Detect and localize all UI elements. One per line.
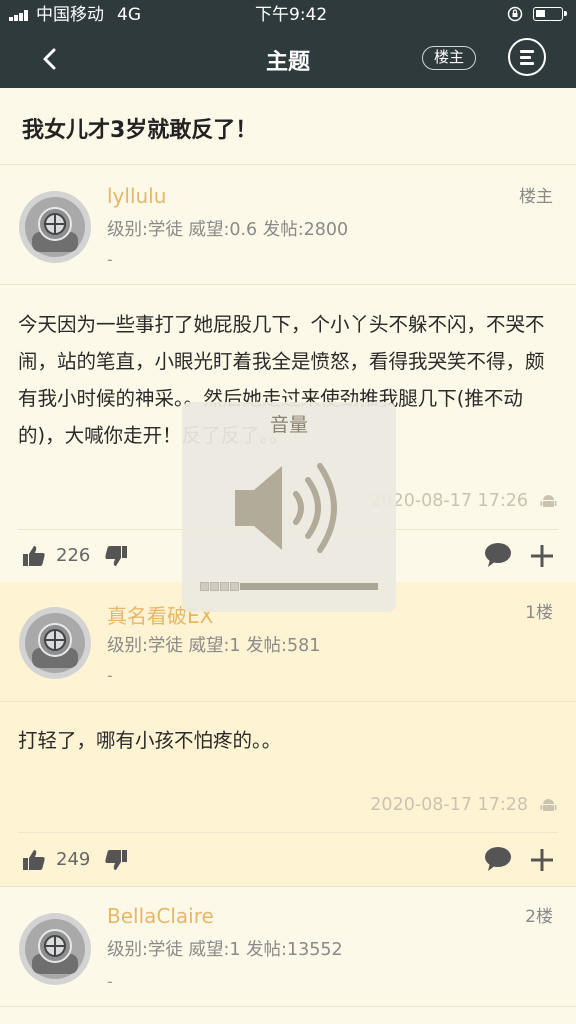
volume-label: 音量 bbox=[269, 414, 308, 436]
user-meta: 级别:学徒 威望:0.6 发帖:2800 bbox=[107, 220, 349, 240]
floor-label: 2楼 bbox=[525, 907, 553, 927]
user-meta: 级别:学徒 威望:1 发帖:581 bbox=[107, 636, 321, 656]
signature: - bbox=[107, 666, 113, 685]
thumbs-down-icon[interactable] bbox=[104, 848, 128, 872]
avatar[interactable] bbox=[18, 912, 92, 986]
divider bbox=[18, 832, 558, 833]
volume-segment bbox=[210, 582, 219, 591]
thumbs-up-icon[interactable] bbox=[22, 848, 46, 872]
post-content: 打轻了，哪有小孩不怕疼的。。 bbox=[18, 729, 282, 752]
post-item: BellaClaire 2楼 级别:学徒 威望:1 发帖:13552 - bbox=[0, 886, 576, 1024]
carrier-label: 中国移动 bbox=[36, 5, 104, 25]
username[interactable]: lyllulu bbox=[107, 184, 166, 208]
thumbs-down-icon[interactable] bbox=[104, 544, 128, 568]
volume-level-bar bbox=[200, 582, 378, 591]
rotation-lock-icon bbox=[507, 6, 523, 22]
comment-icon[interactable] bbox=[484, 542, 512, 568]
signature: - bbox=[107, 972, 113, 991]
comment-icon[interactable] bbox=[484, 846, 512, 872]
only-owner-button[interactable]: 楼主 bbox=[422, 46, 476, 70]
volume-track bbox=[240, 583, 378, 590]
volume-segment bbox=[220, 582, 229, 591]
like-count: 226 bbox=[56, 545, 91, 566]
topic-title: 我女儿才3岁就敢反了！ bbox=[22, 118, 258, 143]
divider bbox=[0, 701, 576, 702]
network-label: 4G bbox=[117, 5, 141, 25]
avatar[interactable] bbox=[18, 606, 92, 680]
volume-segment bbox=[230, 582, 239, 591]
speaker-icon bbox=[235, 463, 337, 553]
android-icon bbox=[540, 495, 557, 507]
user-meta: 级别:学徒 威望:1 发帖:13552 bbox=[107, 940, 343, 960]
volume-segment bbox=[200, 582, 209, 591]
android-icon bbox=[540, 799, 557, 811]
menu-icon[interactable] bbox=[508, 38, 546, 76]
add-icon[interactable] bbox=[530, 848, 554, 872]
like-count: 249 bbox=[56, 849, 91, 870]
signal-icon bbox=[9, 10, 33, 21]
nav-bar: 主题 楼主 bbox=[0, 30, 576, 88]
post-item: 真名看破EX 1楼 级别:学徒 威望:1 发帖:581 - 打轻了，哪有小孩不怕… bbox=[0, 582, 576, 886]
topic-header: 我女儿才3岁就敢反了！ bbox=[0, 88, 576, 165]
status-bar: 中国移动 4G 下午9:42 bbox=[0, 0, 576, 30]
username[interactable]: BellaClaire bbox=[107, 904, 214, 928]
thumbs-up-icon[interactable] bbox=[22, 544, 46, 568]
divider bbox=[0, 284, 576, 285]
floor-label: 1楼 bbox=[525, 603, 553, 623]
floor-label: 楼主 bbox=[519, 187, 553, 207]
clock: 下午9:42 bbox=[255, 5, 328, 25]
battery-icon bbox=[533, 7, 567, 21]
divider bbox=[0, 1006, 576, 1007]
avatar[interactable] bbox=[18, 190, 92, 264]
page-title: 主题 bbox=[265, 50, 310, 75]
add-icon[interactable] bbox=[530, 544, 554, 568]
signature: - bbox=[107, 250, 113, 269]
divider bbox=[0, 886, 576, 887]
post-time: 2020-08-17 17:28 bbox=[370, 795, 528, 815]
volume-overlay: 音量 bbox=[182, 402, 396, 612]
